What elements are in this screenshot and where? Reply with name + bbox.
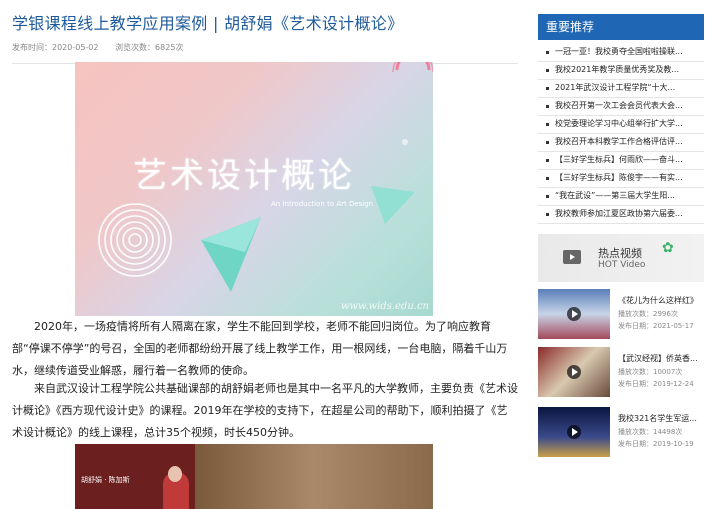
bullet-icon: [546, 177, 549, 180]
recommend-item-label[interactable]: “我在武设”——第三届大学生阳...: [555, 191, 675, 200]
article-meta: 发布时间：2020-05-02 浏览次数：6825次: [12, 42, 518, 53]
sidebar: 重要推荐 一冠一亚！我校勇夺全国啦啦操联... 我校2021年教学质量优秀奖及教…: [538, 14, 704, 457]
bullet-icon: [546, 195, 549, 198]
article-main: 学银课程线上教学应用案例 | 胡舒娟《艺术设计概论》 发布时间：2020-05-…: [12, 0, 518, 64]
video-painting-backdrop: [195, 444, 433, 509]
video-title[interactable]: 《花儿为什么这样红》: [618, 295, 704, 306]
article-paragraph-1: 2020年，一场疫情将所有人隔离在家，学生不能回到学校，老师不能回归岗位。为了响…: [12, 320, 508, 377]
hot-video-item[interactable]: 《花儿为什么这样红》 播放次数：2996次 发布日期：2021-05-17: [538, 289, 704, 341]
recommend-item-label[interactable]: 【三好学生标兵】陈俊宇——有实...: [555, 173, 683, 182]
recommend-item-label[interactable]: 我校召开本科教学工作合格评估评...: [555, 137, 683, 146]
recommend-item[interactable]: 一冠一亚！我校勇夺全国啦啦操联...: [538, 44, 704, 62]
pink-arc-graphic: [395, 62, 431, 71]
play-icon[interactable]: [567, 365, 581, 379]
bullet-icon: [546, 105, 549, 108]
video-plays: 播放次数：2996次: [618, 310, 678, 318]
recommend-item[interactable]: “我在武设”——第三届大学生阳...: [538, 188, 704, 206]
video-plays: 播放次数：14498次: [618, 428, 683, 436]
hot-video-header: 热点视频 HOT Video ✿: [538, 234, 704, 282]
bullet-icon: [546, 69, 549, 72]
cover-watermark: www.wids.edu.cn: [340, 301, 429, 312]
cover-subtitle: An Introduction to Art Design: [271, 200, 374, 208]
video-date: 发布日期：2019-12-24: [618, 380, 694, 388]
publish-date: 发布时间：2020-05-02: [12, 43, 99, 52]
presenter-head: [168, 466, 182, 482]
course-video-player[interactable]: 胡舒娟 · 陈加斯: [75, 444, 433, 509]
article-title: 学银课程线上教学应用案例 | 胡舒娟《艺术设计概论》: [12, 14, 404, 33]
hot-video-item[interactable]: 【武汉经视】侨英香... 播放次数：10007次 发布日期：2019-12-24: [538, 347, 704, 399]
recommend-item-label[interactable]: 【三好学生标兵】何雨欣——奋斗...: [555, 155, 683, 164]
leaf-icon: ✿: [662, 240, 674, 256]
recommend-item-label[interactable]: 一冠一亚！我校勇夺全国啦啦操联...: [555, 47, 683, 56]
video-thumbnail[interactable]: [538, 289, 610, 339]
bullet-icon: [546, 213, 549, 216]
bullet-icon: [546, 87, 549, 90]
recommend-item[interactable]: 校党委理论学习中心组举行扩大学...: [538, 116, 704, 134]
recommend-item-label[interactable]: 我校召开第一次工会会员代表大会...: [555, 101, 683, 110]
bullet-icon: [546, 123, 549, 126]
course-cover-image: 艺术设计概论 An Introduction to Art Design www…: [75, 62, 433, 316]
recommend-item[interactable]: 【三好学生标兵】陈俊宇——有实...: [538, 170, 704, 188]
recommend-item[interactable]: 我校召开第一次工会会员代表大会...: [538, 98, 704, 116]
video-date: 发布日期：2021-05-17: [618, 322, 694, 330]
recommend-item-label[interactable]: 校党委理论学习中心组举行扩大学...: [555, 119, 683, 128]
small-triangle-graphic: [371, 186, 415, 224]
video-thumbnail[interactable]: [538, 407, 610, 457]
recommend-item[interactable]: 我校召开本科教学工作合格评估评...: [538, 134, 704, 152]
bullet-icon: [546, 159, 549, 162]
concentric-circles-graphic: [98, 203, 172, 277]
play-icon[interactable]: [567, 425, 581, 439]
recommend-item[interactable]: 我校2021年教学质量优秀奖及教...: [538, 62, 704, 80]
hot-video-item[interactable]: 我校321名学生军运... 播放次数：14498次 发布日期：2019-10-1…: [538, 407, 704, 459]
hot-video-title: 热点视频: [598, 247, 642, 260]
recommend-item-label[interactable]: 我校教师参加江夏区政协第六届委...: [555, 209, 683, 218]
video-date: 发布日期：2019-10-19: [618, 440, 694, 448]
video-thumbnail[interactable]: [538, 347, 610, 397]
view-count: 浏览次数：6825次: [115, 43, 184, 52]
video-title[interactable]: 我校321名学生军运...: [618, 413, 704, 424]
recommend-item[interactable]: 2021年武汉设计工程学院“十大...: [538, 80, 704, 98]
article-paragraph-2: 来自武汉设计工程学院公共基础课部的胡舒娟老师也是其中一名平凡的大学教师，主要负责…: [12, 382, 518, 439]
video-caption: 胡舒娟 · 陈加斯: [81, 476, 130, 484]
video-plays: 播放次数：10007次: [618, 368, 683, 376]
bullet-icon: [546, 51, 549, 54]
hot-video-subtitle: HOT Video: [598, 260, 646, 270]
video-player-icon: [563, 250, 581, 264]
cover-title: 艺术设计概论: [133, 156, 355, 196]
recommend-list: 一冠一亚！我校勇夺全国啦啦操联... 我校2021年教学质量优秀奖及教... 2…: [538, 40, 704, 224]
recommend-item-label[interactable]: 2021年武汉设计工程学院“十大...: [555, 83, 675, 92]
recommend-item[interactable]: 我校教师参加江夏区政协第六届委...: [538, 206, 704, 224]
recommend-header: 重要推荐: [538, 14, 704, 40]
bullet-icon: [546, 141, 549, 144]
play-icon[interactable]: [567, 307, 581, 321]
recommend-item[interactable]: 【三好学生标兵】何雨欣——奋斗...: [538, 152, 704, 170]
recommend-item-label[interactable]: 我校2021年教学质量优秀奖及教...: [555, 65, 679, 74]
video-title[interactable]: 【武汉经视】侨英香...: [618, 353, 704, 364]
